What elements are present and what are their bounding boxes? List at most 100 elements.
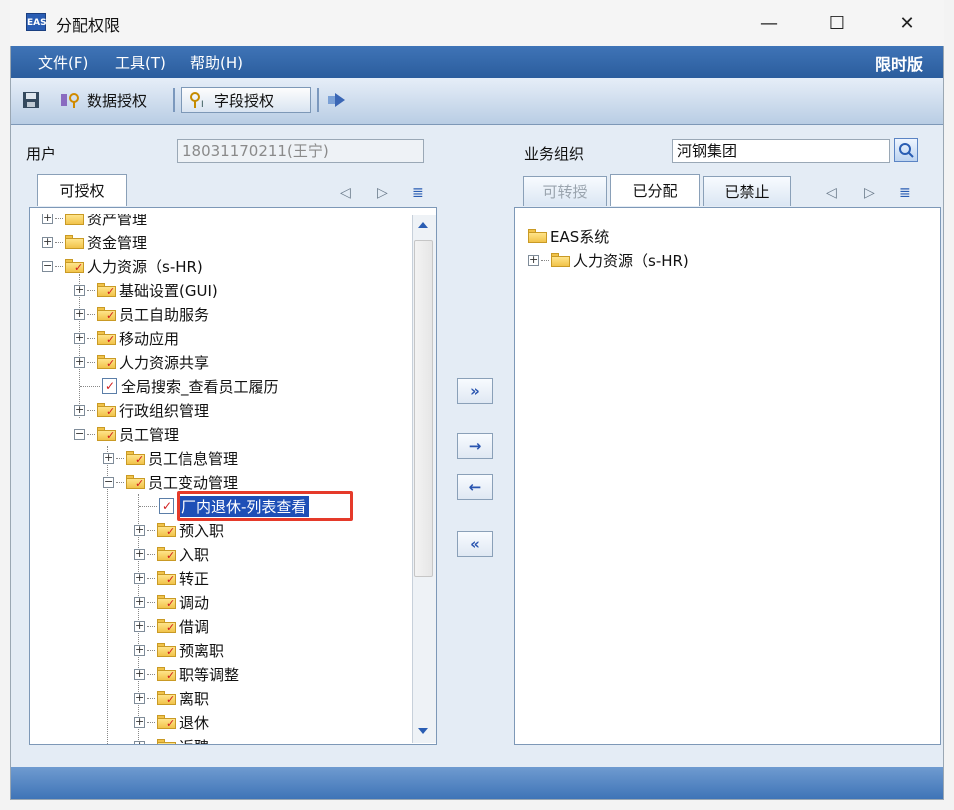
tree-connector: [147, 601, 155, 603]
tree-connector: [147, 577, 155, 579]
tab-assigned[interactable]: 已分配: [610, 174, 700, 206]
tree-node-label: 基础设置(GUI): [119, 281, 218, 300]
folder-checked-icon: ✓: [126, 451, 146, 465]
expand-icon[interactable]: +: [42, 236, 53, 248]
tree-node-transfer[interactable]: + ✓ 调动: [134, 590, 209, 614]
folder-checked-icon: ✓: [157, 595, 177, 609]
tree-node-entry[interactable]: + ✓ 入职: [134, 542, 209, 566]
tree-node-fund-mgmt[interactable]: + 资金管理: [42, 230, 147, 254]
tab-forbidden[interactable]: 已禁止: [703, 176, 791, 206]
tab-prev-icon[interactable]: ◁: [826, 185, 837, 201]
tree-node-self-service[interactable]: + ✓ 员工自助服务: [74, 302, 209, 326]
tree-node-hr-share[interactable]: + ✓ 人力资源共享: [74, 350, 209, 374]
expand-icon[interactable]: +: [74, 332, 85, 344]
expand-icon[interactable]: +: [103, 452, 114, 464]
remove-all-button[interactable]: «: [457, 531, 493, 557]
tree-node-retire[interactable]: + ✓ 退休: [134, 710, 209, 734]
expand-icon[interactable]: +: [528, 254, 539, 266]
expand-icon[interactable]: +: [134, 644, 145, 656]
maximize-button[interactable]: ☐: [814, 8, 860, 38]
tree-connector: [147, 529, 155, 531]
expand-icon[interactable]: +: [134, 692, 145, 704]
folder-checked-icon: ✓: [157, 619, 177, 633]
menu-tools[interactable]: 工具(T): [115, 52, 166, 73]
menu-help[interactable]: 帮助(H): [190, 52, 243, 73]
tree-node-pre-leave[interactable]: + ✓ 预离职: [134, 638, 224, 662]
tree-connector: [147, 553, 155, 555]
tree-connector: [87, 337, 95, 339]
tree-node-label: 全局搜索_查看员工履历: [121, 377, 279, 396]
folder-checked-icon: ✓: [157, 523, 177, 537]
scroll-up-button[interactable]: [412, 216, 434, 236]
minimize-button[interactable]: —: [746, 8, 792, 38]
expand-icon[interactable]: +: [74, 284, 85, 296]
tree-connector: [147, 721, 155, 723]
expand-icon[interactable]: +: [134, 572, 145, 584]
folder-icon: [65, 235, 85, 249]
tree-node-label: 职等调整: [179, 665, 240, 684]
expand-icon[interactable]: +: [74, 356, 85, 368]
expand-icon[interactable]: +: [74, 308, 85, 320]
tab-list-icon[interactable]: ≣: [412, 185, 424, 201]
assign-button[interactable]: [325, 87, 347, 113]
expand-icon[interactable]: +: [134, 548, 145, 560]
expand-icon[interactable]: +: [42, 214, 53, 224]
tree-node-leave[interactable]: + ✓ 离职: [134, 686, 209, 710]
tree-connector: [147, 649, 155, 651]
user-label: 用户: [26, 145, 57, 163]
tree-node-label: 离职: [179, 689, 210, 708]
tab-list-icon[interactable]: ≣: [899, 185, 911, 201]
tree-node-label: 员工变动管理: [148, 473, 239, 492]
menu-file[interactable]: 文件(F): [38, 52, 88, 73]
tree-node-grade-adjust[interactable]: + ✓ 职等调整: [134, 662, 239, 686]
expand-icon[interactable]: +: [74, 404, 85, 416]
expand-icon[interactable]: +: [134, 620, 145, 632]
tree-node-label: 员工信息管理: [148, 449, 239, 468]
org-search-button[interactable]: [894, 138, 918, 162]
tree-node-basic-settings[interactable]: + ✓ 基础设置(GUI): [74, 278, 218, 302]
tree-node-admin-org[interactable]: + ✓ 行政组织管理: [74, 398, 209, 422]
tree-node-employee-info[interactable]: + ✓ 员工信息管理: [103, 446, 238, 470]
tree-node-label: EAS系统: [550, 227, 610, 246]
expand-icon[interactable]: +: [134, 596, 145, 608]
remove-selected-button[interactable]: ←: [457, 474, 493, 500]
scroll-thumb[interactable]: [414, 240, 433, 577]
tree-node-eas-system[interactable]: EAS系统: [528, 224, 609, 248]
tree-node-mobile-app[interactable]: + ✓ 移动应用: [74, 326, 179, 350]
tree-node-global-search[interactable]: ✓ 全局搜索_查看员工履历: [80, 374, 279, 398]
org-field[interactable]: 河钢集团: [672, 139, 890, 163]
collapse-icon[interactable]: −: [103, 476, 114, 488]
tree-node-label: 入职: [179, 545, 210, 564]
tab-next-icon[interactable]: ▷: [377, 185, 388, 201]
collapse-icon[interactable]: −: [42, 260, 53, 272]
folder-checked-icon: ✓: [157, 643, 177, 657]
tree-node-regularize[interactable]: + ✓ 转正: [134, 566, 209, 590]
toolbar-separator: [173, 88, 175, 112]
add-selected-button[interactable]: →: [457, 433, 493, 459]
tab-next-icon[interactable]: ▷: [864, 185, 875, 201]
folder-checked-icon: ✓: [97, 427, 117, 441]
close-button[interactable]: ✕: [884, 8, 930, 38]
expand-icon[interactable]: +: [134, 716, 145, 728]
tree-node-employee-mgmt[interactable]: − ✓ 员工管理: [74, 422, 179, 446]
arrow-down-icon: [418, 728, 428, 734]
expand-icon[interactable]: +: [134, 668, 145, 680]
save-button[interactable]: [21, 87, 41, 113]
scroll-down-button[interactable]: [412, 722, 434, 742]
tree-node-hr[interactable]: − ✓ 人力资源（s-HR): [42, 254, 203, 278]
tree-node-hr-assigned[interactable]: + 人力资源（s-HR): [528, 248, 689, 272]
tree-node-secondment[interactable]: + ✓ 借调: [134, 614, 209, 638]
key-icon: I: [190, 92, 204, 110]
field-auth-button[interactable]: I 字段授权: [181, 87, 311, 113]
add-all-button[interactable]: »: [457, 378, 493, 404]
tree-connector: [80, 385, 100, 387]
tree-connector: [147, 625, 155, 627]
tree-node-pre-entry[interactable]: + ✓ 预入职: [134, 518, 224, 542]
tab-authorizable[interactable]: 可授权: [37, 174, 127, 206]
data-auth-button[interactable]: 数据授权: [59, 87, 147, 113]
collapse-icon[interactable]: −: [74, 428, 85, 440]
tree-node-label: 预离职: [179, 641, 225, 660]
tab-prev-icon[interactable]: ◁: [340, 185, 351, 201]
expand-icon[interactable]: +: [134, 524, 145, 536]
tab-transferable[interactable]: 可转授: [523, 176, 607, 206]
